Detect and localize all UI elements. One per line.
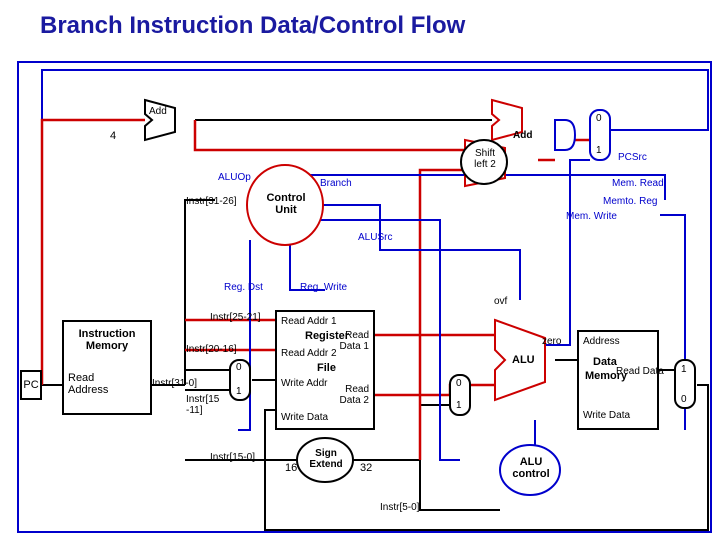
instr-20-16: Instr[20-16] — [186, 344, 237, 355]
regfile-label2: File — [317, 362, 336, 374]
pc-block: PC — [20, 370, 42, 400]
instr-15-11: Instr[15 -11] — [186, 394, 219, 416]
add1-label: Add — [149, 106, 167, 117]
alusrc-mux-0: 0 — [456, 378, 462, 389]
regfile-label1: Register — [305, 330, 349, 342]
signal-branch: Branch — [320, 178, 352, 189]
alu-ovf: ovf — [494, 296, 507, 307]
add2-label: Add — [513, 130, 532, 141]
const4-label: 4 — [110, 130, 116, 142]
instr-25-21: Instr[25-21] — [210, 312, 261, 323]
bitwidth-32: 32 — [360, 462, 372, 474]
pcmux-0: 0 — [596, 113, 602, 124]
alu-zero: zero — [542, 336, 561, 347]
port-read-addr1: Read Addr 1 — [281, 316, 337, 327]
shift-left-label: Shift left 2 — [470, 148, 500, 170]
bitwidth-16: 16 — [285, 462, 297, 474]
alu-label: ALU — [512, 354, 535, 366]
regdst-mux-1: 1 — [236, 386, 242, 397]
memtoreg-mux-0: 0 — [681, 394, 687, 405]
port-read-addr2: Read Addr 2 — [281, 348, 337, 359]
signal-pcsrc: PCSrc — [618, 152, 647, 163]
pc-label: PC — [23, 379, 38, 391]
control-unit-label: Control Unit — [263, 192, 309, 216]
port-read-data2: Read Data 2 — [340, 384, 369, 406]
dm-address: Address — [583, 336, 620, 347]
signal-alusrc: ALUSrc — [358, 232, 392, 243]
port-write-addr: Write Addr — [281, 378, 328, 389]
alu-control-label: ALU control — [512, 456, 550, 480]
instr-15-0: Instr[15-0] — [210, 452, 255, 463]
signal-memtoreg: Memto. Reg — [603, 196, 657, 207]
data-memory-block: Address Data Memory Write Data — [577, 330, 659, 430]
sign-extend-label: Sign Extend — [309, 448, 343, 470]
port-write-data: Write Data — [281, 412, 328, 423]
dm-read-data: Read Data — [616, 366, 664, 377]
diagram-title: Branch Instruction Data/Control Flow — [40, 12, 465, 40]
alusrc-mux-1: 1 — [456, 400, 462, 411]
register-file-block: Read Addr 1 Read Data 1 Register Read Ad… — [275, 310, 375, 430]
read-address-label: Read Address — [68, 372, 108, 396]
dm-label1: Data — [593, 356, 617, 368]
signal-aluop: ALUOp — [218, 172, 251, 183]
instr-31-26: Instr[31-26] — [186, 196, 237, 207]
dm-write-data: Write Data — [583, 410, 630, 421]
instr-mem-label1: Instruction — [68, 328, 146, 340]
instr-31-0: Instr[31-0] — [152, 378, 197, 389]
pcmux-1: 1 — [596, 145, 602, 156]
instr-mem-label2: Memory — [68, 340, 146, 352]
regdst-mux-0: 0 — [236, 362, 242, 373]
signal-regwrite: Reg. Write — [300, 282, 347, 293]
signal-regdst: Reg. Dst — [224, 282, 263, 293]
signal-memread: Mem. Read — [612, 178, 664, 189]
memtoreg-mux-1: 1 — [681, 364, 687, 375]
signal-memwrite: Mem. Write — [566, 211, 617, 222]
instr-5-0: Instr[5-0] — [380, 502, 419, 513]
instruction-memory-block: Instruction Memory Read Address — [62, 320, 152, 415]
